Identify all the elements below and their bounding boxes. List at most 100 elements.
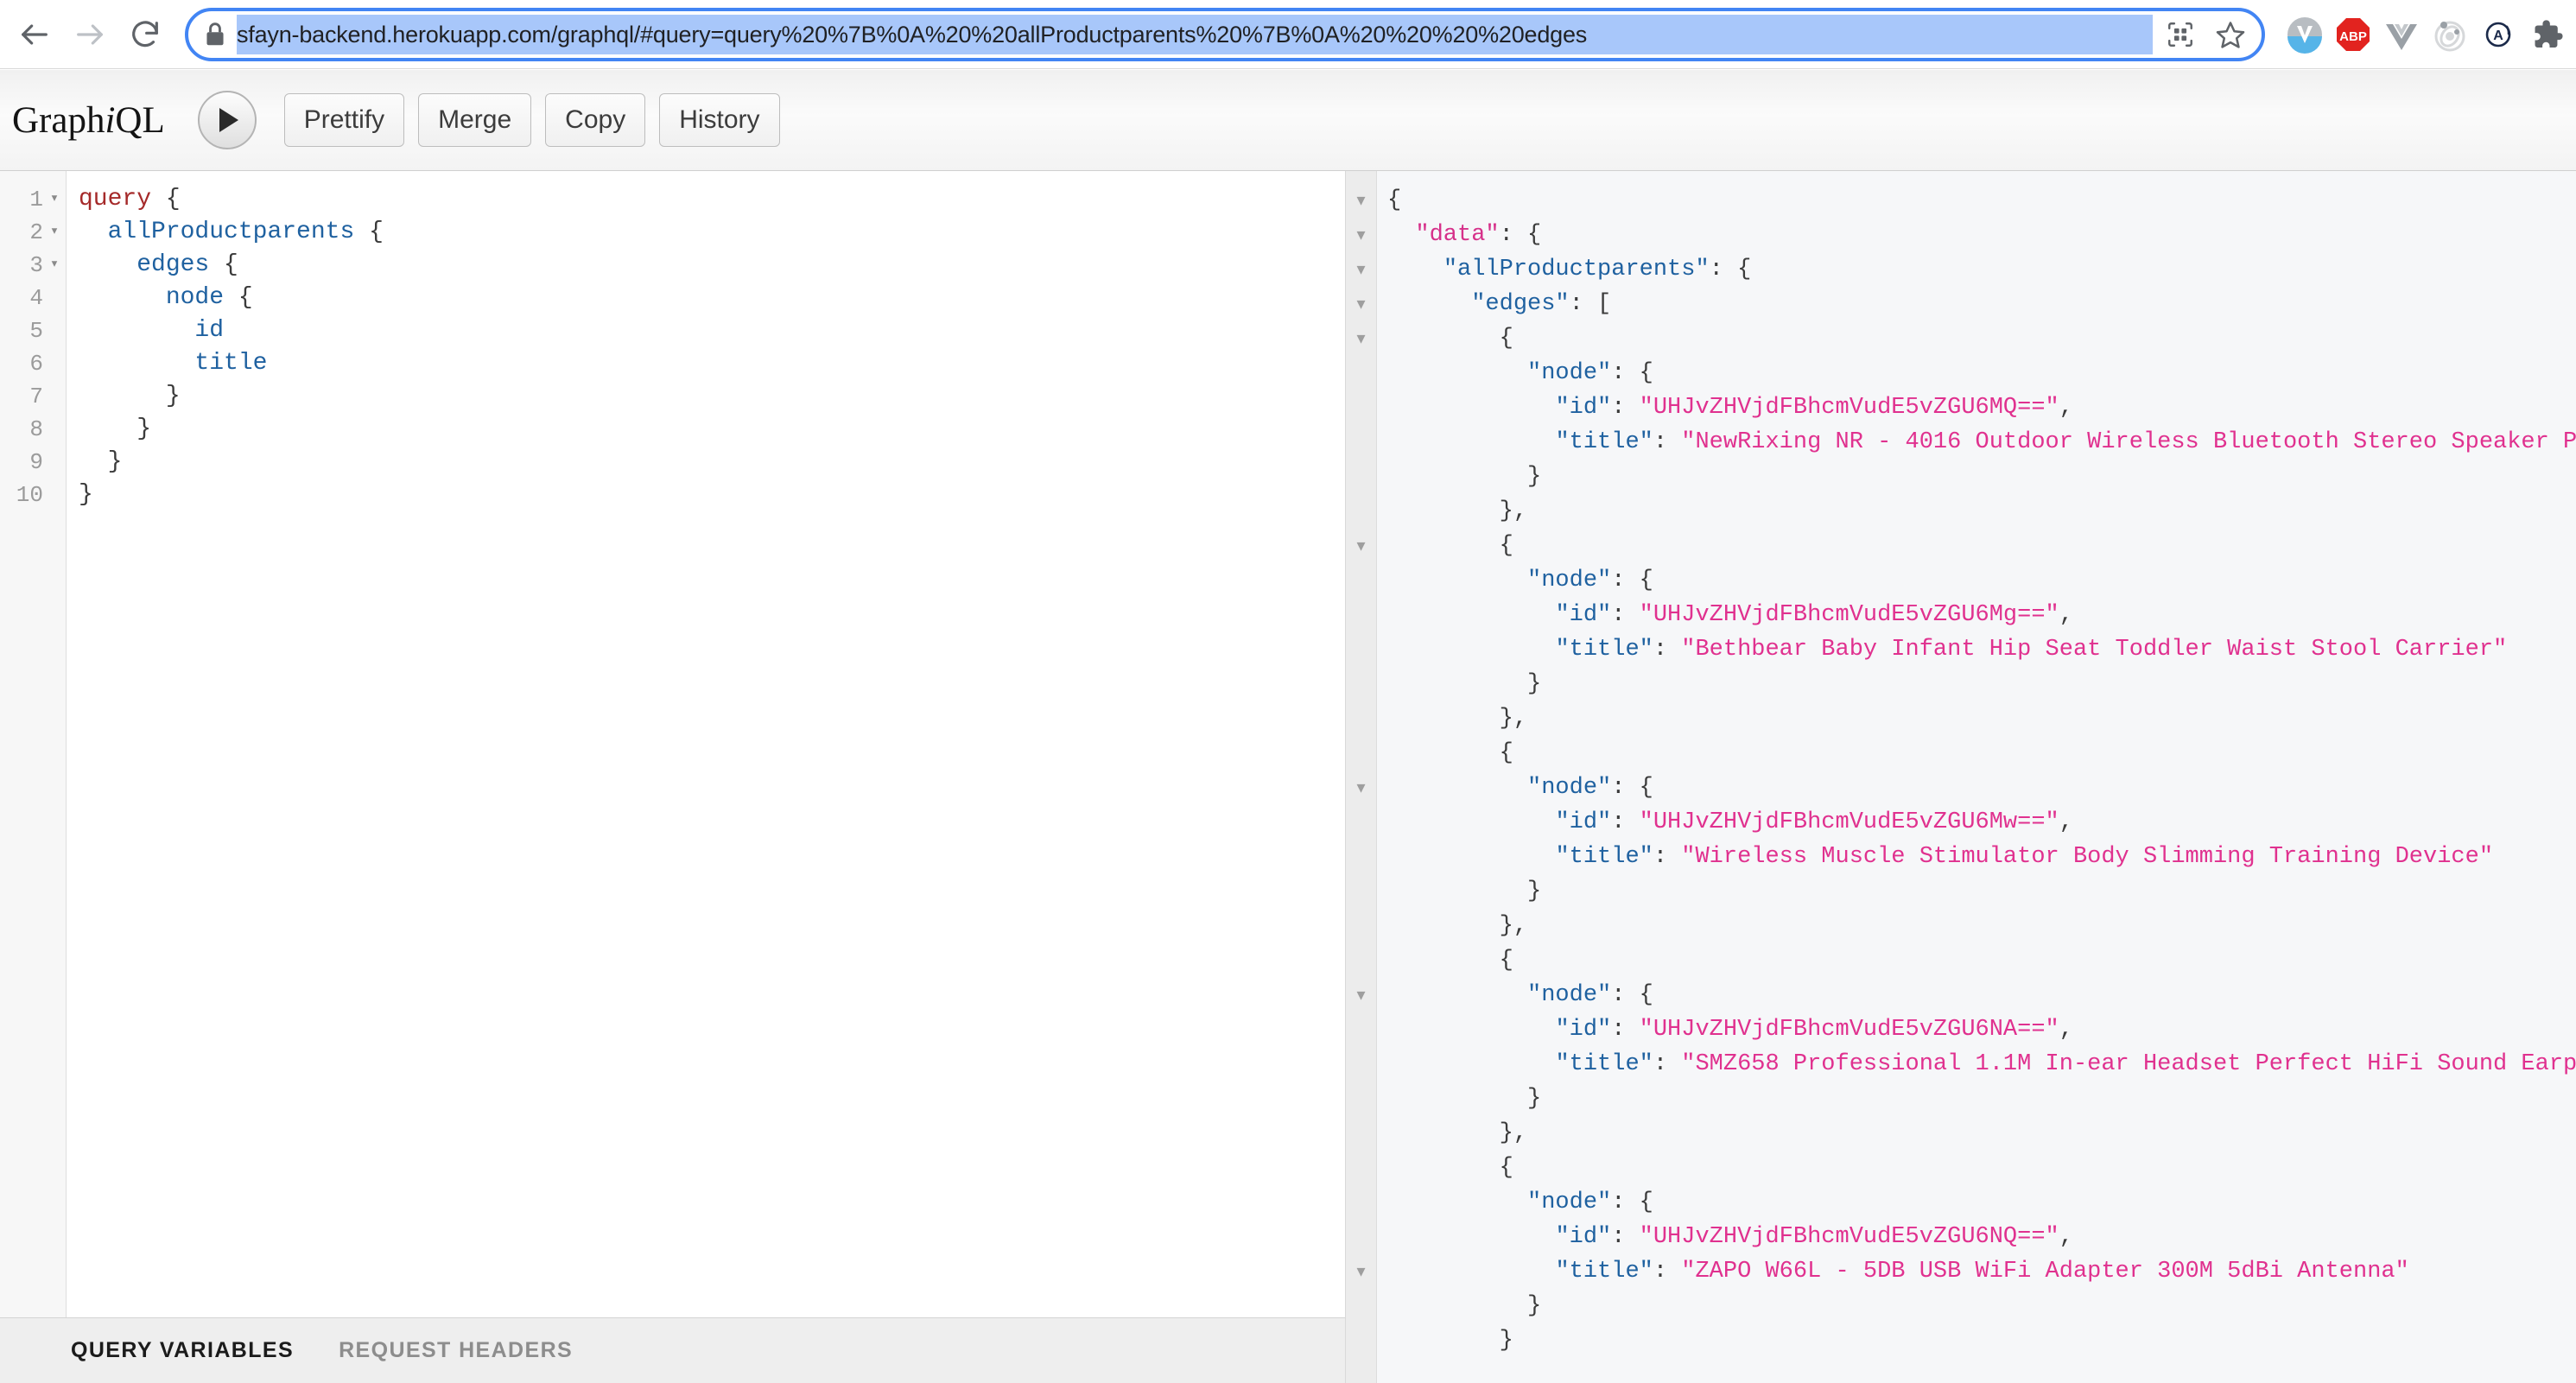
response-json-text: { "data": { "allProductparents": { "edge… [1387, 187, 2576, 1354]
line-number-text: 6 [29, 351, 43, 377]
line-number: 3 ▾ [0, 249, 66, 282]
qr-code-icon[interactable] [2158, 12, 2203, 57]
fold-arrow-icon[interactable] [1346, 943, 1376, 978]
fold-arrow-icon[interactable] [1346, 736, 1376, 771]
abp-glyph: ABP [2337, 17, 2370, 51]
extensions-puzzle-icon[interactable] [2522, 10, 2571, 59]
line-number-text: 2 [29, 219, 43, 245]
vue-glyph [2386, 23, 2417, 50]
fold-arrow-icon[interactable] [1346, 390, 1376, 425]
fold-arrow-icon[interactable] [1346, 1116, 1376, 1151]
svg-text:A: A [2493, 29, 2503, 43]
svg-text:ABP: ABP [2339, 29, 2367, 44]
query-line-number-gutter: 1 ▾ 2 ▾ 3 ▾ 4 5 6 7 8 9 10 [0, 171, 67, 1317]
line-number: 1 ▾ [0, 183, 66, 216]
arrow-right-icon [77, 23, 103, 45]
query-editor-pane: 1 ▾ 2 ▾ 3 ▾ 4 5 6 7 8 9 10 query { allProdu… [0, 171, 1346, 1383]
fold-arrow-icon[interactable] [1346, 1220, 1376, 1254]
puzzle-glyph [2535, 19, 2563, 48]
copy-button[interactable]: Copy [545, 93, 646, 147]
line-number: 6 [0, 347, 66, 380]
fold-arrow-icon[interactable] [1346, 1358, 1376, 1383]
line-number: 2 ▾ [0, 216, 66, 249]
adguard-extension-icon[interactable]: A [2474, 10, 2522, 59]
fold-arrow-icon[interactable]: ▾ [1346, 321, 1376, 356]
fold-arrow-icon[interactable] [1346, 598, 1376, 632]
line-number-text: 7 [29, 384, 43, 409]
fold-arrow-icon[interactable]: ▾ [1346, 771, 1376, 805]
fold-arrow-icon[interactable] [1346, 494, 1376, 529]
fold-arrow-icon[interactable] [1346, 840, 1376, 874]
fold-arrow-icon[interactable]: ▾ [1346, 287, 1376, 321]
fold-arrow-icon[interactable] [1346, 1151, 1376, 1185]
query-editor[interactable]: 1 ▾ 2 ▾ 3 ▾ 4 5 6 7 8 9 10 query { allProdu… [0, 171, 1345, 1317]
fold-arrow-icon[interactable] [1346, 563, 1376, 598]
fold-arrow-icon[interactable] [1346, 1185, 1376, 1220]
vimium-extension-icon[interactable] [2281, 10, 2329, 59]
fold-arrow-icon[interactable] [1346, 1082, 1376, 1116]
fold-arrow-icon[interactable] [1346, 460, 1376, 494]
reload-icon [132, 20, 158, 47]
address-bar[interactable]: sfayn-backend.herokuapp.com/graphql/#que… [185, 7, 2265, 61]
line-number-text: 3 [29, 252, 43, 278]
vue-devtools-extension-icon[interactable] [2377, 10, 2426, 59]
prettify-button[interactable]: Prettify [283, 93, 405, 147]
ionic-devtools-extension-icon[interactable] [2426, 10, 2474, 59]
fold-arrow-icon[interactable]: ▾ [1346, 978, 1376, 1012]
fold-arrow-icon[interactable]: ▾ [47, 249, 62, 282]
fold-arrow-icon[interactable]: ▾ [1346, 183, 1376, 218]
adblock-plus-extension-icon[interactable]: ABP [2329, 10, 2377, 59]
star-icon[interactable] [2208, 12, 2253, 57]
fold-arrow-icon[interactable] [1346, 805, 1376, 840]
fold-arrow-icon[interactable]: ▾ [1346, 252, 1376, 287]
merge-button[interactable]: Merge [418, 93, 532, 147]
star-glyph [2216, 21, 2245, 48]
fold-arrow-icon[interactable]: ▾ [47, 183, 62, 216]
fold-arrow-icon[interactable] [1346, 667, 1376, 701]
fold-arrow-icon[interactable] [1346, 632, 1376, 667]
tab-query-variables[interactable]: QUERY VARIABLES [71, 1338, 294, 1363]
adguard-glyph: A [2479, 15, 2517, 54]
fold-arrow-icon[interactable] [1346, 1323, 1376, 1358]
line-number-text: 5 [29, 318, 43, 344]
fold-arrow-icon[interactable]: ▾ [1346, 218, 1376, 252]
forward-button[interactable] [62, 7, 117, 62]
fold-arrow-icon[interactable]: ▾ [47, 216, 62, 249]
history-button[interactable]: History [659, 93, 780, 147]
line-number-text: 10 [16, 482, 43, 508]
tab-request-headers[interactable]: REQUEST HEADERS [339, 1338, 573, 1363]
fold-arrow-icon[interactable] [1346, 701, 1376, 736]
fold-arrow-icon[interactable] [1346, 874, 1376, 909]
graphiql-toolbar: GraphiQL Prettify Merge Copy History [0, 70, 2576, 171]
line-number: 5 [0, 314, 66, 347]
result-viewer-pane: ▾ ▾ ▾ ▾ ▾ ▾ ▾ ▾ ▾ { "data": { "allProductparents… [1346, 171, 2576, 1383]
lock-icon [204, 22, 226, 48]
play-icon [219, 108, 239, 132]
graphiql-panes: 1 ▾ 2 ▾ 3 ▾ 4 5 6 7 8 9 10 query { allProdu… [0, 171, 2576, 1383]
qr-code-glyph [2168, 22, 2192, 47]
reload-button[interactable] [117, 7, 173, 62]
fold-arrow-icon[interactable] [1346, 356, 1376, 390]
back-button[interactable] [7, 7, 62, 62]
fold-arrow-icon[interactable] [1346, 1047, 1376, 1082]
url-text[interactable]: sfayn-backend.herokuapp.com/graphql/#que… [237, 14, 2153, 54]
result-fold-gutter: ▾ ▾ ▾ ▾ ▾ ▾ ▾ ▾ ▾ [1346, 171, 1377, 1383]
query-code-text[interactable]: query { allProductparents { edges { node… [67, 171, 1345, 1317]
line-number-text: 9 [29, 449, 43, 475]
fold-arrow-icon[interactable] [1346, 425, 1376, 460]
fold-arrow-icon[interactable] [1346, 1289, 1376, 1323]
fold-arrow-icon[interactable] [1346, 909, 1376, 943]
extension-toolbar: ABP A [2281, 10, 2576, 59]
fold-arrow-icon[interactable] [1346, 1012, 1376, 1047]
line-number: 7 [0, 380, 66, 413]
line-number: 9 [0, 446, 66, 479]
fold-arrow-icon[interactable]: ▾ [1346, 529, 1376, 563]
query-variables-tabbar: QUERY VARIABLES REQUEST HEADERS [0, 1317, 1345, 1383]
graphiql-app: GraphiQL Prettify Merge Copy History 1 ▾ … [0, 70, 2576, 1383]
execute-query-button[interactable] [197, 91, 257, 149]
graphiql-logo: GraphiQL [12, 99, 165, 142]
logo-prefix: Graph [12, 99, 105, 141]
vimium-glyph [2287, 16, 2322, 54]
line-number: 4 [0, 282, 66, 314]
fold-arrow-icon[interactable]: ▾ [1346, 1254, 1376, 1289]
